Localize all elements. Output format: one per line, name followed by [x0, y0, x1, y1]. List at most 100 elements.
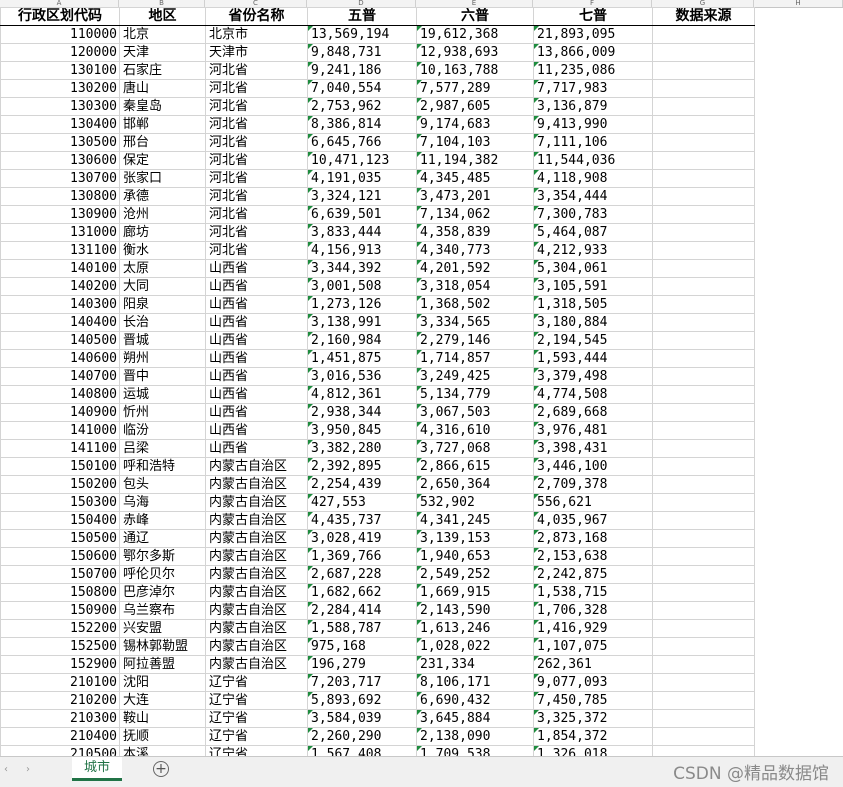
cell-source[interactable] — [652, 385, 755, 404]
cell-region[interactable]: 天津 — [119, 43, 206, 62]
cell-source[interactable] — [652, 97, 755, 116]
cell-number[interactable]: 3,354,444 — [533, 187, 653, 206]
cell-number[interactable]: 3,727,068 — [416, 439, 534, 458]
cell-region[interactable]: 抚顺 — [119, 727, 206, 746]
cell-number[interactable]: 1,682,662 — [307, 583, 417, 602]
cell-code[interactable]: 140400 — [0, 313, 120, 332]
cell-region[interactable]: 张家口 — [119, 169, 206, 188]
cell-code[interactable]: 140600 — [0, 349, 120, 368]
cell-code[interactable]: 120000 — [0, 43, 120, 62]
cell-source[interactable] — [652, 241, 755, 260]
cell-source[interactable] — [652, 115, 755, 134]
cell-code[interactable]: 140100 — [0, 259, 120, 278]
cell-province[interactable]: 内蒙古自治区 — [205, 511, 308, 530]
cell-source[interactable] — [652, 223, 755, 242]
cell-region[interactable]: 忻州 — [119, 403, 206, 422]
column-letter[interactable]: F — [533, 0, 652, 7]
cell-code[interactable]: 141000 — [0, 421, 120, 440]
cell-province[interactable]: 河北省 — [205, 151, 308, 170]
cell-region[interactable]: 通辽 — [119, 529, 206, 548]
column-header[interactable]: 六普 — [416, 7, 534, 26]
cell-source[interactable] — [652, 367, 755, 386]
cell-source[interactable] — [652, 331, 755, 350]
cell-province[interactable]: 山西省 — [205, 385, 308, 404]
cell-region[interactable]: 唐山 — [119, 79, 206, 98]
cell-code[interactable]: 150900 — [0, 601, 120, 620]
cell-code[interactable]: 152500 — [0, 637, 120, 656]
cell-code[interactable]: 140200 — [0, 277, 120, 296]
cell-province[interactable]: 山西省 — [205, 277, 308, 296]
cell-number[interactable]: 1,451,875 — [307, 349, 417, 368]
cell-province[interactable]: 内蒙古自治区 — [205, 583, 308, 602]
cell-source[interactable] — [652, 277, 755, 296]
cell-province[interactable]: 山西省 — [205, 331, 308, 350]
cell-source[interactable] — [652, 151, 755, 170]
cell-region[interactable]: 乌海 — [119, 493, 206, 512]
cell-region[interactable]: 大同 — [119, 277, 206, 296]
cell-source[interactable] — [652, 79, 755, 98]
cell-number[interactable]: 2,143,590 — [416, 601, 534, 620]
cell-region[interactable]: 鞍山 — [119, 709, 206, 728]
cell-number[interactable]: 3,138,991 — [307, 313, 417, 332]
cell-number[interactable]: 2,153,638 — [533, 547, 653, 566]
cell-number[interactable]: 12,938,693 — [416, 43, 534, 62]
cell-code[interactable]: 150400 — [0, 511, 120, 530]
cell-number[interactable]: 2,160,984 — [307, 331, 417, 350]
column-header[interactable]: 数据来源 — [652, 7, 755, 26]
cell-province[interactable]: 山西省 — [205, 439, 308, 458]
cell-number[interactable]: 1,326,018 — [533, 745, 653, 756]
cell-number[interactable]: 2,254,439 — [307, 475, 417, 494]
cell-number[interactable]: 3,318,054 — [416, 277, 534, 296]
cell-region[interactable]: 鄂尔多斯 — [119, 547, 206, 566]
cell-number[interactable]: 1,318,505 — [533, 295, 653, 314]
cell-number[interactable]: 3,950,845 — [307, 421, 417, 440]
cell-number[interactable]: 2,284,414 — [307, 601, 417, 620]
column-letter[interactable]: E — [416, 0, 533, 7]
cell-source[interactable] — [652, 169, 755, 188]
cell-number[interactable]: 8,106,171 — [416, 673, 534, 692]
cell-number[interactable]: 4,201,592 — [416, 259, 534, 278]
cell-source[interactable] — [652, 187, 755, 206]
cell-number[interactable]: 1,567,408 — [307, 745, 417, 756]
cell-number[interactable]: 13,569,194 — [307, 25, 417, 44]
cell-code[interactable]: 150200 — [0, 475, 120, 494]
cell-number[interactable]: 3,379,498 — [533, 367, 653, 386]
cell-number[interactable]: 3,473,201 — [416, 187, 534, 206]
prev-sheet-icon[interactable]: ‹ — [4, 764, 8, 775]
cell-number[interactable]: 1,613,246 — [416, 619, 534, 638]
cell-province[interactable]: 山西省 — [205, 295, 308, 314]
cell-province[interactable]: 内蒙古自治区 — [205, 493, 308, 512]
cell-number[interactable]: 3,180,884 — [533, 313, 653, 332]
cell-region[interactable]: 乌兰察布 — [119, 601, 206, 620]
cell-number[interactable]: 1,107,075 — [533, 637, 653, 656]
cell-number[interactable]: 5,134,779 — [416, 385, 534, 404]
cell-source[interactable] — [652, 475, 755, 494]
cell-region[interactable]: 运城 — [119, 385, 206, 404]
cell-province[interactable]: 河北省 — [205, 133, 308, 152]
cell-region[interactable]: 包头 — [119, 475, 206, 494]
cell-number[interactable]: 5,464,087 — [533, 223, 653, 242]
cell-number[interactable]: 1,416,929 — [533, 619, 653, 638]
cell-source[interactable] — [652, 727, 755, 746]
cell-source[interactable] — [652, 655, 755, 674]
cell-region[interactable]: 沧州 — [119, 205, 206, 224]
cell-province[interactable]: 河北省 — [205, 187, 308, 206]
cell-number[interactable]: 7,134,062 — [416, 205, 534, 224]
cell-province[interactable]: 河北省 — [205, 115, 308, 134]
cell-number[interactable]: 2,392,895 — [307, 457, 417, 476]
cell-region[interactable]: 本溪 — [119, 745, 206, 756]
cell-region[interactable]: 邢台 — [119, 133, 206, 152]
cell-number[interactable]: 2,650,364 — [416, 475, 534, 494]
cell-number[interactable]: 7,450,785 — [533, 691, 653, 710]
next-sheet-icon[interactable]: › — [26, 764, 30, 775]
cell-number[interactable]: 4,118,908 — [533, 169, 653, 188]
cell-region[interactable]: 临汾 — [119, 421, 206, 440]
cell-number[interactable]: 4,212,933 — [533, 241, 653, 260]
cell-number[interactable]: 2,194,545 — [533, 331, 653, 350]
cell-source[interactable] — [652, 745, 755, 756]
cell-region[interactable]: 秦皇岛 — [119, 97, 206, 116]
cell-code[interactable]: 210500 — [0, 745, 120, 756]
cell-number[interactable]: 3,398,431 — [533, 439, 653, 458]
cell-source[interactable] — [652, 403, 755, 422]
cell-number[interactable]: 7,111,106 — [533, 133, 653, 152]
